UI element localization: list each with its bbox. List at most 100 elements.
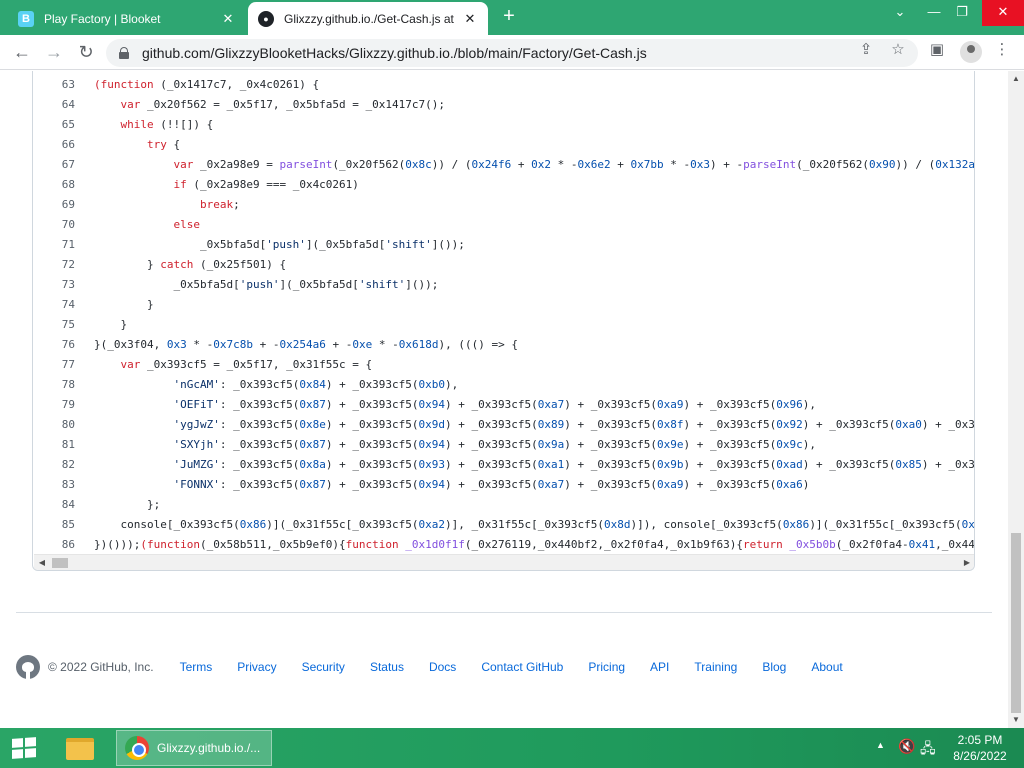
restore-button[interactable]: ❐: [946, 0, 978, 26]
scroll-thumb[interactable]: [1011, 533, 1021, 713]
code-line: 71 _0x5bfa5d['push'](_0x5bfa5d['shift'](…: [33, 235, 974, 255]
code-line: 78 'nGcAM': _0x393cf5(0x84) + _0x393cf5(…: [33, 375, 974, 395]
code-line: 84 };: [33, 495, 974, 515]
line-number[interactable]: 67: [33, 155, 75, 175]
scroll-left-icon[interactable]: ◀: [36, 557, 48, 569]
scroll-up-icon[interactable]: ▲: [1010, 73, 1022, 85]
kebab-menu-icon[interactable]: ⋮: [993, 41, 1011, 59]
close-window-button[interactable]: ✕: [982, 0, 1024, 26]
sidepanel-icon[interactable]: ▣: [928, 41, 946, 59]
line-number[interactable]: 69: [33, 195, 75, 215]
tab-search-icon[interactable]: ⌄: [884, 0, 916, 26]
line-number[interactable]: 75: [33, 315, 75, 335]
code-line: 68 if (_0x2a98e9 === _0x4c0261): [33, 175, 974, 195]
footer-divider: [16, 612, 992, 613]
line-number[interactable]: 80: [33, 415, 75, 435]
blooket-favicon-icon: B: [18, 10, 34, 27]
start-button[interactable]: [0, 728, 48, 768]
page-content: 63 (function (_0x1417c7, _0x4c0261) { 64 v…: [0, 71, 1008, 728]
footer-link-docs[interactable]: Docs: [429, 660, 456, 674]
code-line: 81 'SXYjh': _0x393cf5(0x87) + _0x393cf5(…: [33, 435, 974, 455]
line-number[interactable]: 85: [33, 515, 75, 535]
line-number[interactable]: 84: [33, 495, 75, 515]
line-number[interactable]: 81: [33, 435, 75, 455]
line-code: }: [94, 298, 154, 311]
file-explorer-button[interactable]: [60, 732, 100, 764]
line-code: try {: [146, 138, 181, 151]
line-number[interactable]: 78: [33, 375, 75, 395]
horizontal-scrollbar[interactable]: ◀ ▶: [34, 554, 974, 570]
code-line: 75 }: [33, 315, 974, 335]
line-number[interactable]: 63: [33, 75, 75, 95]
code-line: 83 'FONNX': _0x393cf5(0x87) + _0x393cf5(…: [33, 475, 974, 495]
footer-link-training[interactable]: Training: [694, 660, 737, 674]
reload-icon[interactable]: ↻: [74, 41, 98, 65]
taskbar-chrome-button[interactable]: Glixzzy.github.io./...: [116, 730, 272, 766]
taskbar-clock[interactable]: 2:05 PM 8/26/2022: [944, 732, 1016, 764]
github-favicon-icon: ●: [258, 10, 274, 27]
footer-link-privacy[interactable]: Privacy: [237, 660, 276, 674]
code-line: 77 var _0x393cf5 = _0x5f17, _0x31f55c = …: [33, 355, 974, 375]
back-icon[interactable]: ←: [10, 41, 34, 65]
address-bar[interactable]: github.com/GlixzzyBlooketHacks/Glixzzy.g…: [106, 39, 918, 67]
github-logo-icon[interactable]: [16, 655, 40, 679]
footer-link-terms[interactable]: Terms: [180, 660, 213, 674]
footer-link-security[interactable]: Security: [302, 660, 345, 674]
line-code: 'OEFiT': _0x393cf5(0x87) + _0x393cf5(0x9…: [173, 398, 816, 411]
share-icon[interactable]: ⇪: [857, 41, 875, 59]
copyright-text: © 2022 GitHub, Inc.: [48, 660, 154, 674]
footer-link-pricing[interactable]: Pricing: [588, 660, 625, 674]
line-number[interactable]: 77: [33, 355, 75, 375]
line-code: else: [173, 218, 200, 231]
line-number[interactable]: 71: [33, 235, 75, 255]
star-icon[interactable]: ☆: [889, 41, 907, 59]
line-number[interactable]: 74: [33, 295, 75, 315]
line-code: _0x5bfa5d['push'](_0x5bfa5d['shift']());: [94, 238, 465, 251]
scroll-right-icon[interactable]: ▶: [961, 557, 973, 569]
footer-link-contact[interactable]: Contact GitHub: [481, 660, 563, 674]
scroll-down-icon[interactable]: ▼: [1010, 714, 1022, 726]
line-number[interactable]: 72: [33, 255, 75, 275]
line-code: _0x5bfa5d['push'](_0x5bfa5d['shift']());: [94, 278, 439, 291]
footer-link-about[interactable]: About: [811, 660, 842, 674]
line-number[interactable]: 82: [33, 455, 75, 475]
clock-time: 2:05 PM: [957, 733, 1003, 747]
url-text[interactable]: github.com/GlixzzyBlooketHacks/Glixzzy.g…: [142, 45, 918, 61]
line-number[interactable]: 65: [33, 115, 75, 135]
line-number[interactable]: 83: [33, 475, 75, 495]
tab-github[interactable]: ● Glixzzy.github.io./Get-Cash.js at ✕: [248, 2, 488, 35]
line-number[interactable]: 66: [33, 135, 75, 155]
line-code: 'JuMZG': _0x393cf5(0x8a) + _0x393cf5(0x9…: [173, 458, 975, 471]
footer-link-status[interactable]: Status: [370, 660, 404, 674]
line-code: }(_0x3f04, 0x3 * -0x7c8b + -0x254a6 + -0…: [94, 338, 518, 351]
lock-icon[interactable]: [118, 47, 130, 59]
line-number[interactable]: 70: [33, 215, 75, 235]
line-code: 'nGcAM': _0x393cf5(0x84) + _0x393cf5(0xb…: [173, 378, 459, 391]
show-hidden-icons-icon[interactable]: ▲: [876, 740, 885, 768]
tab-close-icon[interactable]: ✕: [462, 11, 478, 27]
vertical-scrollbar[interactable]: ▲ ▼: [1008, 71, 1024, 728]
line-code: 'SXYjh': _0x393cf5(0x87) + _0x393cf5(0x9…: [173, 438, 816, 451]
code-line: 63 (function (_0x1417c7, _0x4c0261) {: [33, 75, 974, 95]
line-code: var _0x393cf5 = _0x5f17, _0x31f55c = {: [120, 358, 373, 371]
code-line: 80 'ygJwZ': _0x393cf5(0x8e) + _0x393cf5(…: [33, 415, 974, 435]
forward-icon[interactable]: →: [42, 41, 66, 65]
new-tab-button[interactable]: +: [498, 6, 520, 28]
line-number[interactable]: 68: [33, 175, 75, 195]
line-number[interactable]: 73: [33, 275, 75, 295]
line-number[interactable]: 76: [33, 335, 75, 355]
line-code: (function (_0x1417c7, _0x4c0261) {: [94, 78, 320, 91]
footer-link-api[interactable]: API: [650, 660, 669, 674]
footer-link-blog[interactable]: Blog: [762, 660, 786, 674]
profile-icon[interactable]: [960, 41, 982, 63]
line-number[interactable]: 79: [33, 395, 75, 415]
volume-muted-icon[interactable]: 🔇: [898, 738, 915, 768]
line-number[interactable]: 64: [33, 95, 75, 115]
line-code: })()));(function(_0x58b511,_0x5b9ef0){fu…: [94, 538, 975, 551]
tab-blooket[interactable]: B Play Factory | Blooket ✕: [8, 2, 246, 35]
tab-close-icon[interactable]: ✕: [220, 11, 236, 27]
tab-title: Glixzzy.github.io./Get-Cash.js at: [284, 11, 454, 26]
line-number[interactable]: 86: [33, 535, 75, 555]
network-icon[interactable]: 🖧: [920, 738, 936, 768]
scroll-thumb[interactable]: [52, 558, 68, 568]
